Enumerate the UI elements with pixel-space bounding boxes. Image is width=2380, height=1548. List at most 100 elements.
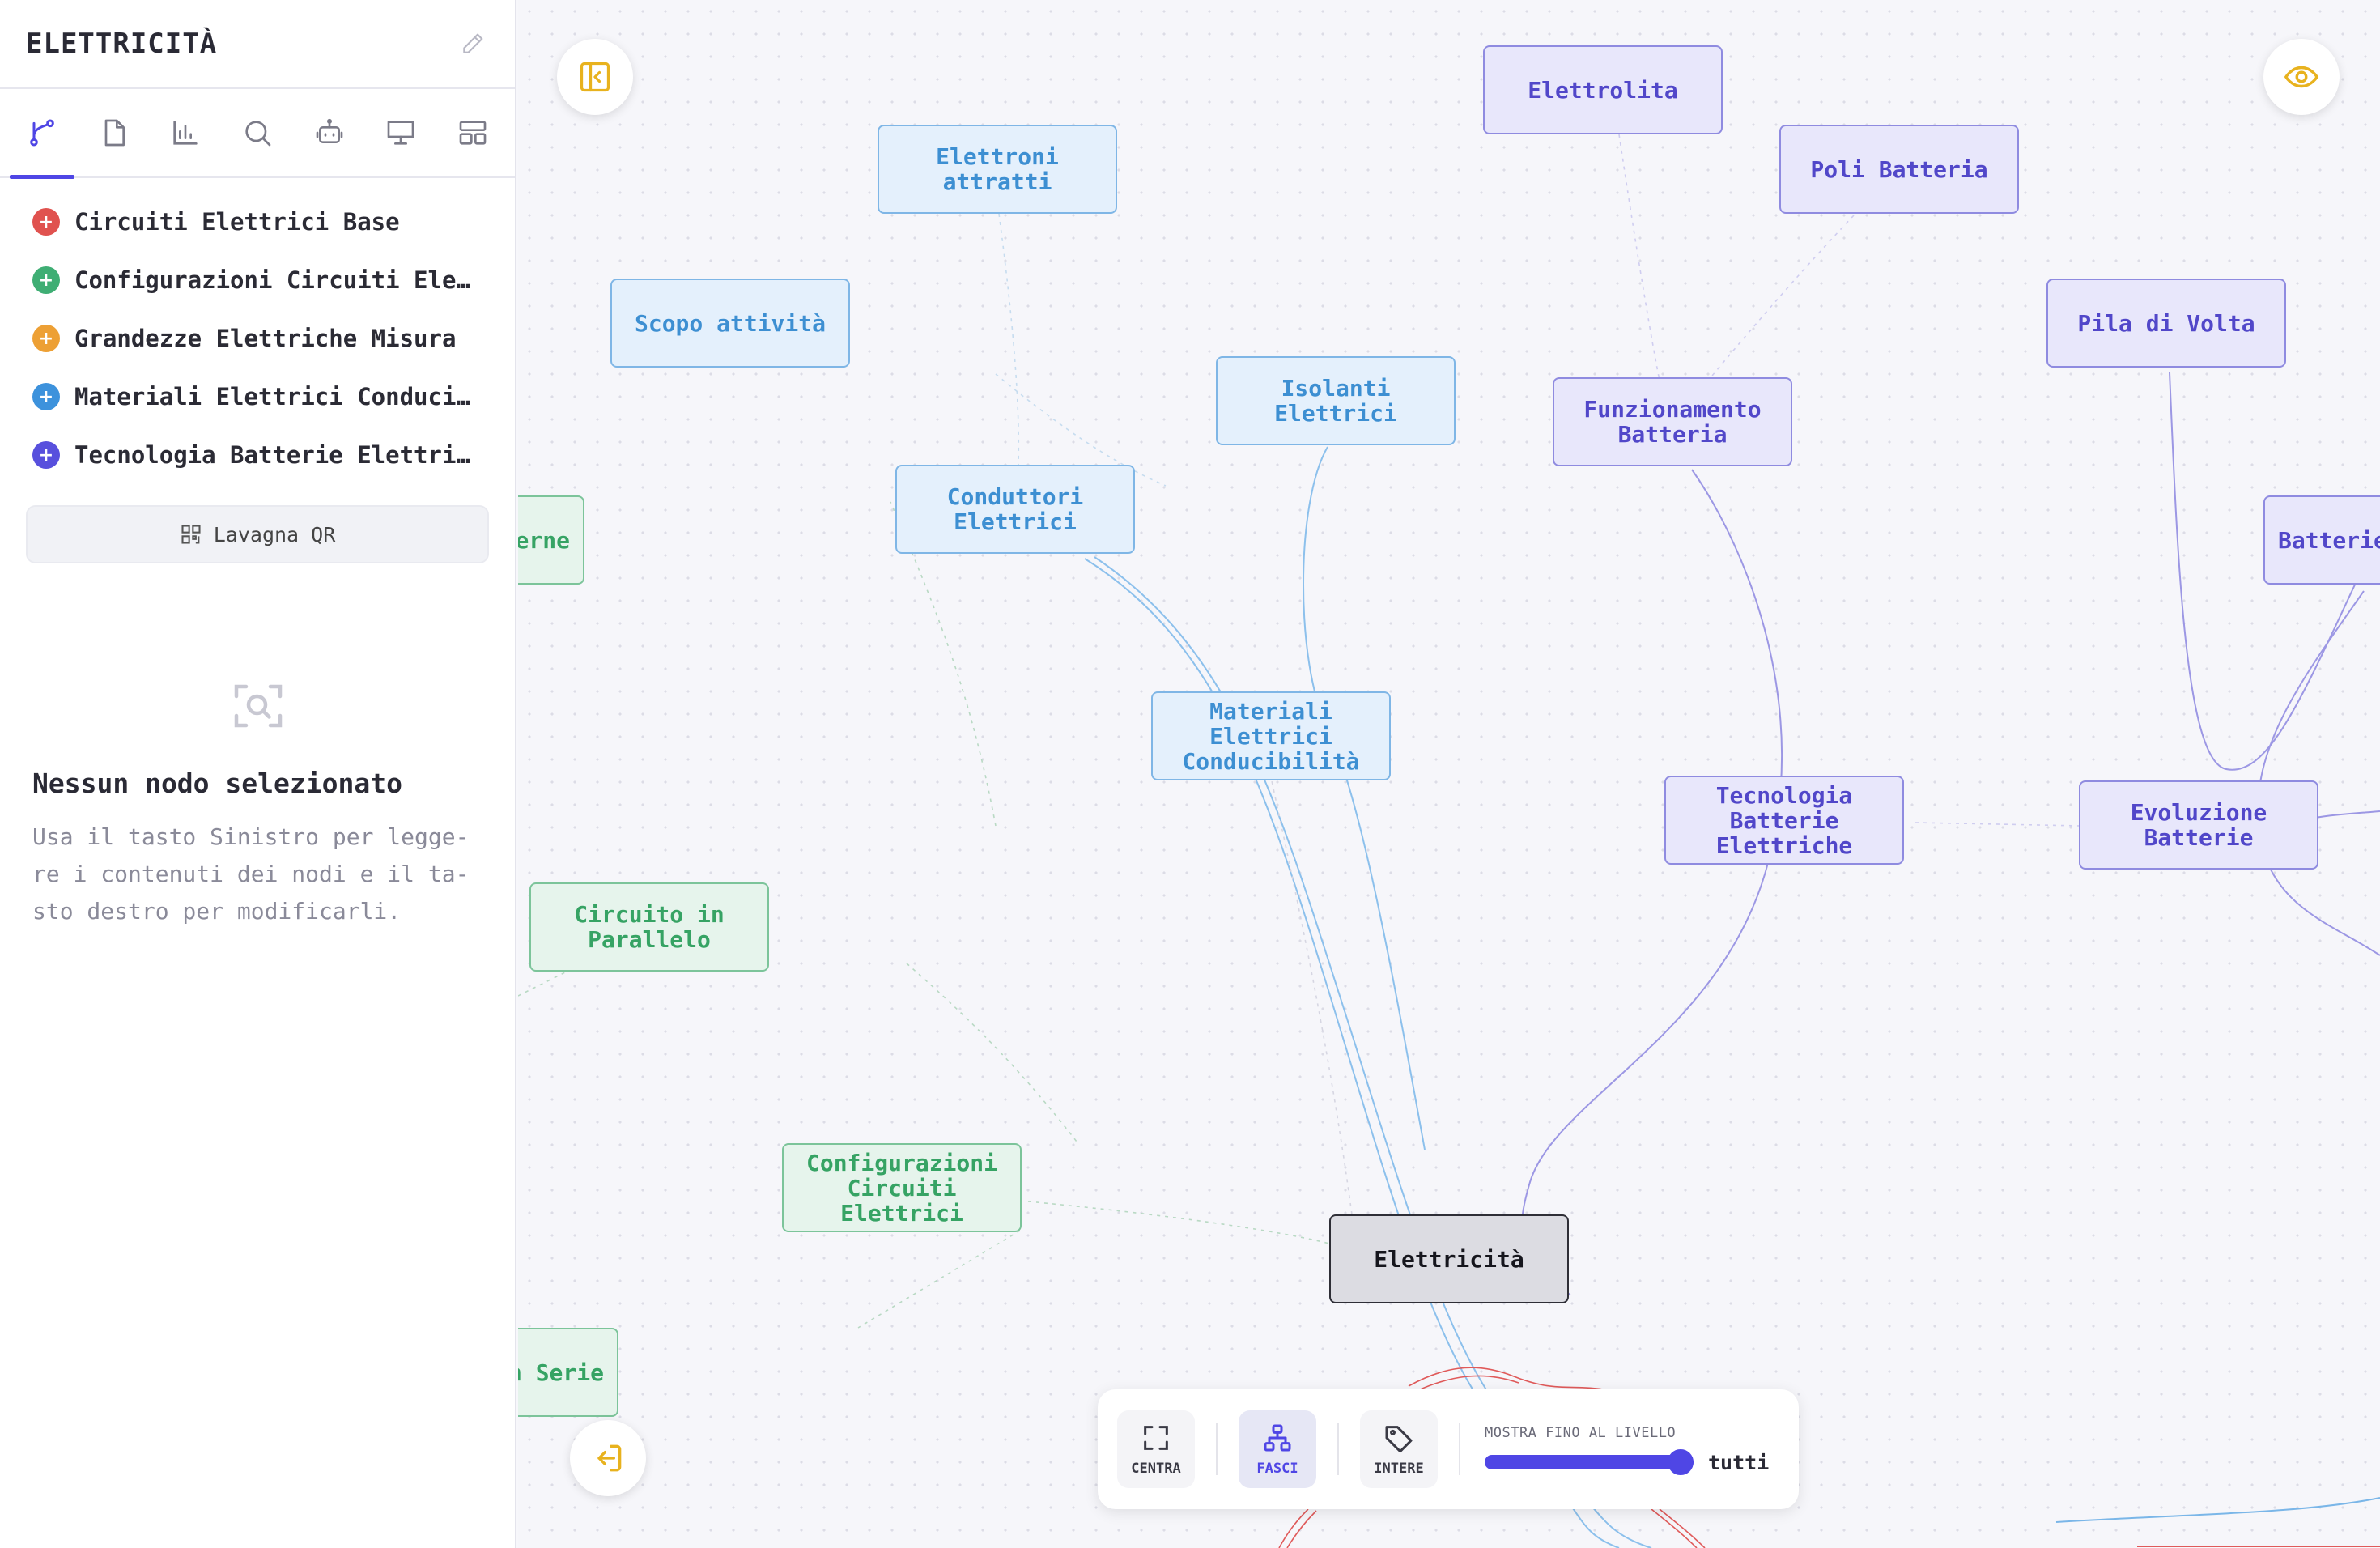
divider xyxy=(1216,1423,1218,1475)
slider-handle[interactable] xyxy=(1668,1449,1694,1475)
robot-icon xyxy=(316,118,342,143)
edge xyxy=(998,213,1020,467)
topic-item-grandezze[interactable]: + Grandezze Elettriche Misura xyxy=(0,309,515,368)
edge xyxy=(2055,1497,2380,1523)
mind-map-canvas[interactable]: Elettrolita Elettroni attratti Poli Batt… xyxy=(518,0,2380,1548)
node-batterie[interactable]: Batterie xyxy=(2263,495,2380,585)
focus-frame-icon xyxy=(1144,1426,1168,1450)
node-isolanti-elettrici[interactable]: Isolanti Elettrici xyxy=(1216,356,1456,445)
topic-label: Circuiti Elettrici Base xyxy=(74,208,400,236)
tab-presentation[interactable] xyxy=(368,90,433,176)
node-circuito-in-parallelo[interactable]: Circuito in Parallelo xyxy=(529,882,769,972)
plus-icon: + xyxy=(32,441,60,469)
visibility-toggle-button[interactable] xyxy=(2263,39,2340,115)
edge xyxy=(1707,215,1855,381)
hierarchy-icon xyxy=(1264,1424,1291,1452)
intere-button[interactable]: INTERE xyxy=(1360,1410,1438,1488)
plus-icon: + xyxy=(32,266,60,294)
fasci-label: FASCI xyxy=(1256,1461,1298,1477)
empty-description: Usa il tasto Sinistro per legge-re i con… xyxy=(32,823,470,925)
edge xyxy=(518,971,567,997)
panel-left-icon xyxy=(580,62,610,92)
node-poli-batteria[interactable]: Poli Batteria xyxy=(1779,125,2019,214)
plus-icon: + xyxy=(32,325,60,352)
tab-search[interactable] xyxy=(225,90,290,176)
node-conduttori-elettrici[interactable]: Conduttori Elettrici xyxy=(895,465,1135,554)
tab-layout[interactable] xyxy=(440,90,505,176)
intere-label: INTERE xyxy=(1374,1461,1424,1477)
edit-title-button[interactable] xyxy=(457,28,489,60)
sidebar: ELETTRICITÀ + Circuiti Elettrici Base + … xyxy=(0,0,516,1548)
topic-item-batterie[interactable]: + Tecnologia Batterie Elettriche xyxy=(0,426,515,484)
presentation-icon xyxy=(387,121,414,145)
centra-button[interactable]: CENTRA xyxy=(1117,1410,1195,1488)
plus-icon: + xyxy=(32,208,60,236)
topic-item-materiali[interactable]: + Materiali Elettrici Conducibilità xyxy=(0,368,515,426)
qr-label: Lavagna QR xyxy=(213,522,336,546)
qr-code-icon xyxy=(181,525,201,544)
divider xyxy=(1337,1423,1339,1475)
node-elettroni-attratti[interactable]: Elettroni attratti xyxy=(878,125,1117,214)
node-pila-di-volta[interactable]: Pila di Volta xyxy=(2046,279,2286,368)
tab-bot[interactable] xyxy=(297,90,362,176)
level-control: MOSTRA FINO AL LIVELLO tutti xyxy=(1485,1425,1770,1475)
exit-button[interactable] xyxy=(570,1420,646,1496)
node-tecnologia-batterie-elettriche[interactable]: Tecnologia Batterie Elettriche xyxy=(1664,776,1904,865)
topic-item-circuiti-base[interactable]: + Circuiti Elettrici Base xyxy=(0,193,515,251)
edges-layer xyxy=(518,134,2380,1548)
edge xyxy=(1618,134,1660,381)
document-icon xyxy=(104,119,125,147)
topic-label: Configurazioni Circuiti Elettrici xyxy=(74,266,479,294)
edge xyxy=(2314,810,2380,819)
empty-title: Nessun nodo selezionato xyxy=(32,768,402,799)
tab-document[interactable] xyxy=(82,90,147,176)
fasci-button[interactable]: FASCI xyxy=(1239,1410,1316,1488)
tab-stats[interactable] xyxy=(153,90,218,176)
node-configurazioni-circuiti-elettrici[interactable]: Configurazioni Circuiti Elettrici xyxy=(782,1143,1022,1232)
edge xyxy=(1520,469,1783,1296)
eye-icon xyxy=(2284,66,2319,88)
search-icon xyxy=(245,121,271,147)
sidebar-tabs xyxy=(0,89,515,179)
map-toolbar: CENTRA FASCI INTERE MOSTRA FINO AL LIVEL… xyxy=(1098,1389,1799,1509)
topic-label: Grandezze Elettriche Misura xyxy=(74,325,457,352)
bar-chart-icon xyxy=(173,121,198,145)
branch-icon xyxy=(30,119,55,147)
edge xyxy=(1027,1201,1330,1244)
centra-label: CENTRA xyxy=(1131,1461,1181,1477)
collapse-sidebar-button[interactable] xyxy=(557,39,633,115)
node-evoluzione-batterie[interactable]: Evoluzione Batterie xyxy=(2079,780,2318,870)
plus-icon: + xyxy=(32,383,60,410)
map-title: ELETTRICITÀ xyxy=(26,28,218,60)
node-scopo-attivita[interactable]: Scopo attività xyxy=(610,279,850,368)
scan-search-icon xyxy=(234,684,283,728)
sidebar-header: ELETTRICITÀ xyxy=(0,0,515,89)
node-moderne[interactable]: moderne xyxy=(518,495,584,585)
topic-label: Tecnologia Batterie Elettriche xyxy=(74,441,479,469)
edge xyxy=(857,1230,1021,1329)
lavagna-qr-button[interactable]: Lavagna QR xyxy=(26,505,489,563)
node-funzionamento-batteria[interactable]: Funzionamento Batteria xyxy=(1553,377,1792,466)
tab-map[interactable] xyxy=(10,90,75,179)
node-elettricita-root[interactable]: Elettricità xyxy=(1329,1214,1569,1303)
edge xyxy=(1659,1508,1706,1548)
empty-state: Nessun nodo selezionato Usa il tasto Sin… xyxy=(0,563,515,930)
layout-icon xyxy=(459,121,486,145)
tag-icon xyxy=(1385,1426,1413,1453)
level-value: tutti xyxy=(1708,1450,1770,1474)
node-materiali-elettrici-conducibilita[interactable]: Materiali Elettrici Conducibilità xyxy=(1151,691,1391,780)
divider xyxy=(1459,1423,1460,1475)
edge xyxy=(1278,1508,1309,1548)
node-elettrolita[interactable]: Elettrolita xyxy=(1483,45,1723,134)
topic-list: + Circuiti Elettrici Base + Configurazio… xyxy=(0,178,515,484)
level-slider[interactable] xyxy=(1485,1449,1694,1475)
pencil-icon xyxy=(463,33,483,53)
edge xyxy=(1303,446,1426,1150)
edge xyxy=(1915,822,2081,827)
topic-item-configurazioni[interactable]: + Configurazioni Circuiti Elettrici xyxy=(0,251,515,309)
node-circuito-in-serie[interactable]: cuito in Serie xyxy=(518,1328,618,1417)
edge xyxy=(1651,1508,1698,1548)
edge xyxy=(906,963,1077,1142)
edge xyxy=(2257,590,2380,956)
exit-arrow-icon xyxy=(597,1444,622,1472)
